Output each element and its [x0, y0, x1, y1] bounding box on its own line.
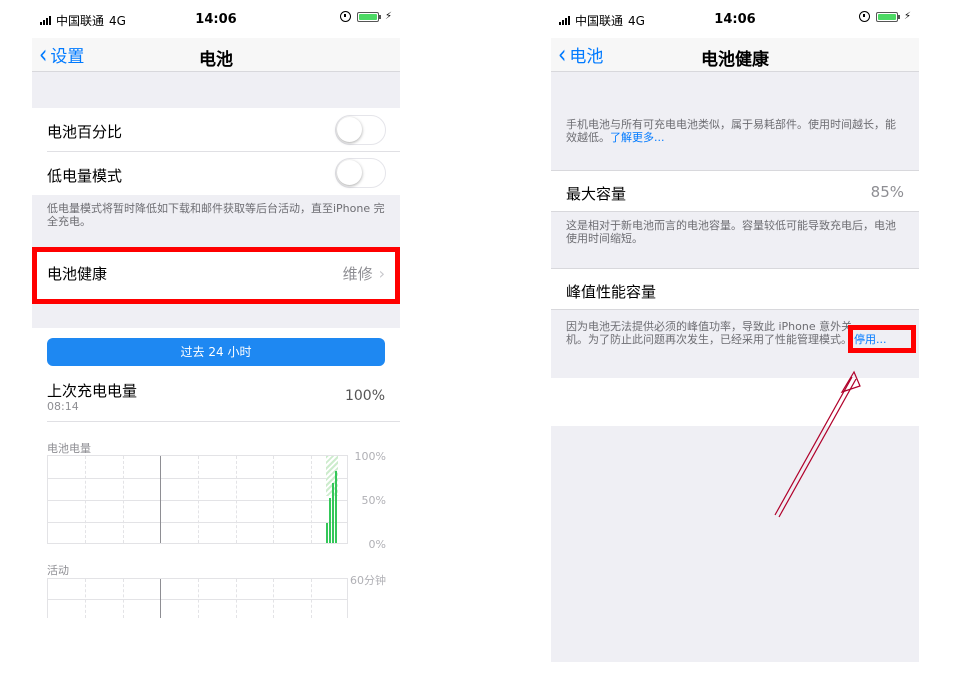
battery-percentage-toggle[interactable] [335, 115, 386, 145]
last-charge-title: 上次充电电量 [47, 382, 138, 400]
max-capacity-row: 最大容量 85% [551, 170, 919, 212]
nav-bar: ‹ 电池 电池健康 [551, 38, 919, 72]
charging-icon: ⚡ [903, 11, 911, 22]
battery-level-chart [47, 455, 348, 544]
activity-chart [47, 578, 348, 618]
orientation-lock-icon [339, 11, 351, 22]
back-label: 设置 [50, 47, 85, 67]
activity-chart-title: 活动 [47, 564, 69, 577]
battery-bar [326, 523, 328, 543]
nav-bar: ‹ 设置 电池 [32, 38, 400, 72]
orientation-lock-icon [858, 11, 870, 22]
back-label: 电池 [569, 47, 604, 67]
axis-label-100: 100% [354, 450, 386, 463]
axis-label-0: 0% [368, 538, 386, 551]
back-button[interactable]: ‹ 电池 [557, 39, 604, 70]
peak-performance-row: 峰值性能容量 [551, 268, 919, 310]
battery-percentage-label: 电池百分比 [47, 123, 123, 141]
battery-intro-text: 手机电池与所有可充电电池类似，属于易耗部件。使用时间越长，能效越低。了解更多..… [566, 118, 896, 144]
learn-more-link[interactable]: 了解更多... [610, 131, 665, 144]
axis-label-50: 50% [361, 494, 386, 507]
battery-percentage-row: 电池百分比 [32, 108, 400, 152]
highlight-box [848, 325, 916, 353]
max-capacity-label: 最大容量 [566, 185, 627, 203]
axis-label-60min: 60分钟 [350, 574, 386, 587]
battery-bar [335, 471, 337, 543]
low-power-mode-row: 低电量模式 [32, 152, 400, 195]
page-title: 电池 [199, 50, 233, 70]
highlight-box [32, 247, 400, 304]
last-charge-time: 08:14 [47, 400, 79, 413]
blank-row [551, 378, 919, 426]
low-power-mode-note: 低电量模式将暂时降低如下载和邮件获取等后台活动，直至iPhone 完全充电。 [47, 202, 385, 228]
low-power-mode-label: 低电量模式 [47, 167, 123, 185]
capacity-note: 这是相对于新电池而言的电池容量。容量较低可能导致充电后，电池使用时间缩短。 [566, 219, 896, 245]
page-title: 电池健康 [701, 50, 769, 70]
battery-icon [875, 11, 900, 22]
chevron-left-icon: ‹ [39, 39, 48, 70]
last-charge-value: 100% [344, 388, 385, 404]
peak-performance-label: 峰值性能容量 [566, 283, 657, 301]
low-power-mode-toggle[interactable] [335, 158, 386, 188]
status-bar: 中国联通 4G 14:06 ⚡ [551, 0, 919, 38]
segment-last-24-hours[interactable]: 过去 24 小时 [47, 338, 385, 366]
battery-health-screen: 中国联通 4G 14:06 ⚡ ‹ 电池 电池健康 手机电池与所有可充电电池类似… [551, 0, 919, 662]
battery-bar [329, 498, 331, 543]
max-capacity-value: 85% [870, 183, 904, 201]
battery-bar [332, 483, 334, 543]
battery-level-chart-title: 电池电量 [47, 442, 91, 455]
back-button[interactable]: ‹ 设置 [38, 39, 85, 70]
charging-icon: ⚡ [384, 11, 392, 22]
battery-icon [356, 11, 381, 22]
status-bar: 中国联通 4G 14:06 ⚡ [32, 0, 400, 38]
battery-screen: 中国联通 4G 14:06 ⚡ ‹ 设置 电池 电池百分比 低电量模式 低电量模… [32, 0, 400, 640]
chevron-left-icon: ‹ [558, 39, 567, 70]
peak-performance-note: 因为电池无法提供必须的峰值功率，导致此 iPhone 意外关机。为了防止此问题再… [566, 320, 853, 346]
